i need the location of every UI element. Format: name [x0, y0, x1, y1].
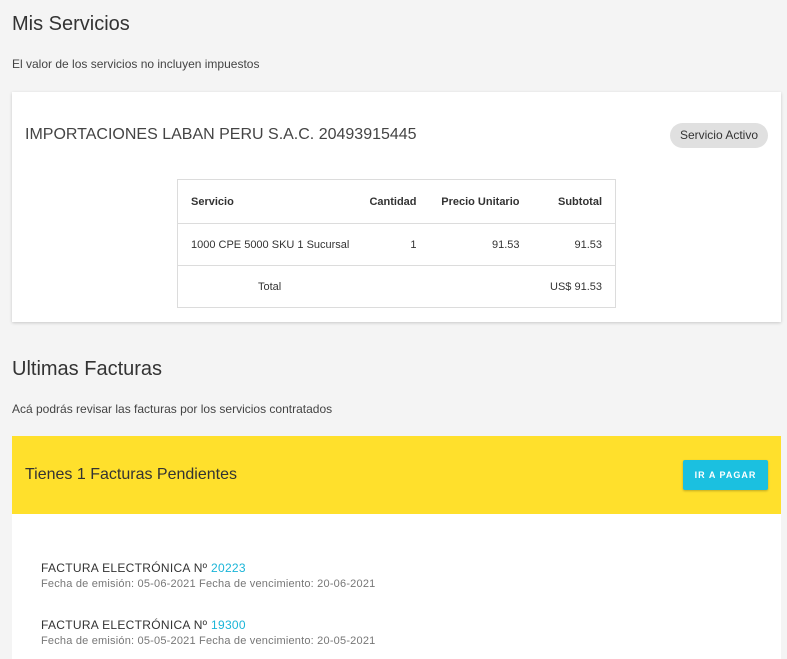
total-spacer-2: [424, 265, 526, 308]
invoices-subtitle: Acá podrás revisar las facturas por los …: [12, 402, 333, 416]
total-value: US$ 91.53: [525, 265, 616, 308]
invoice-dates: Fecha de emisión: 05-06-2021 Fecha de ve…: [41, 578, 376, 590]
invoice-number-link[interactable]: 19300: [211, 618, 246, 632]
cell-subtotal: 91.53: [525, 223, 616, 266]
invoice-label: FACTURA ELECTRÓNICA Nº: [41, 561, 208, 575]
invoices-title: Ultimas Facturas: [12, 358, 163, 380]
pending-invoices-text: Tienes 1 Facturas Pendientes: [25, 466, 237, 483]
cell-cantidad: 1: [352, 223, 425, 266]
services-title: Mis Servicios: [12, 13, 130, 35]
cell-precio: 91.53: [424, 223, 526, 266]
total-spacer-1: [352, 265, 425, 308]
pending-invoices-banner: Tienes 1 Facturas Pendientes IR A PAGAR: [12, 436, 781, 514]
invoice-dates: Fecha de emisión: 05-05-2021 Fecha de ve…: [41, 635, 376, 647]
table-header-row: Servicio Cantidad Precio Unitario Subtot…: [177, 179, 616, 224]
col-header-precio: Precio Unitario: [424, 179, 526, 224]
company-name: IMPORTACIONES LABAN PERU S.A.C. 20493915…: [25, 126, 417, 143]
invoice-title: FACTURA ELECTRÓNICA Nº 19300: [41, 618, 375, 632]
invoice-number-link[interactable]: 20223: [211, 561, 246, 575]
total-row: Total US$ 91.53: [177, 265, 616, 308]
col-header-subtotal: Subtotal: [525, 179, 616, 224]
cell-servicio: 1000 CPE 5000 SKU 1 Sucursal: [177, 223, 353, 266]
service-card: IMPORTACIONES LABAN PERU S.A.C. 20493915…: [12, 92, 781, 322]
invoice-label: FACTURA ELECTRÓNICA Nº: [41, 618, 208, 632]
invoice-item: FACTURA ELECTRÓNICA Nº 19300 Fecha de em…: [41, 618, 375, 647]
total-label: Total: [177, 265, 353, 308]
col-header-servicio: Servicio: [177, 179, 353, 224]
table-row: 1000 CPE 5000 SKU 1 Sucursal 1 91.53 91.…: [177, 223, 616, 266]
invoice-item: FACTURA ELECTRÓNICA Nº 20223 Fecha de em…: [41, 561, 375, 590]
invoice-title: FACTURA ELECTRÓNICA Nº 20223: [41, 561, 375, 575]
status-badge: Servicio Activo: [669, 123, 768, 148]
col-header-cantidad: Cantidad: [352, 179, 425, 224]
pay-button[interactable]: IR A PAGAR: [683, 460, 768, 490]
services-subtitle: El valor de los servicios no incluyen im…: [12, 57, 260, 71]
invoice-list: FACTURA ELECTRÓNICA Nº 20223 Fecha de em…: [12, 514, 781, 659]
services-table: Servicio Cantidad Precio Unitario Subtot…: [177, 179, 616, 308]
